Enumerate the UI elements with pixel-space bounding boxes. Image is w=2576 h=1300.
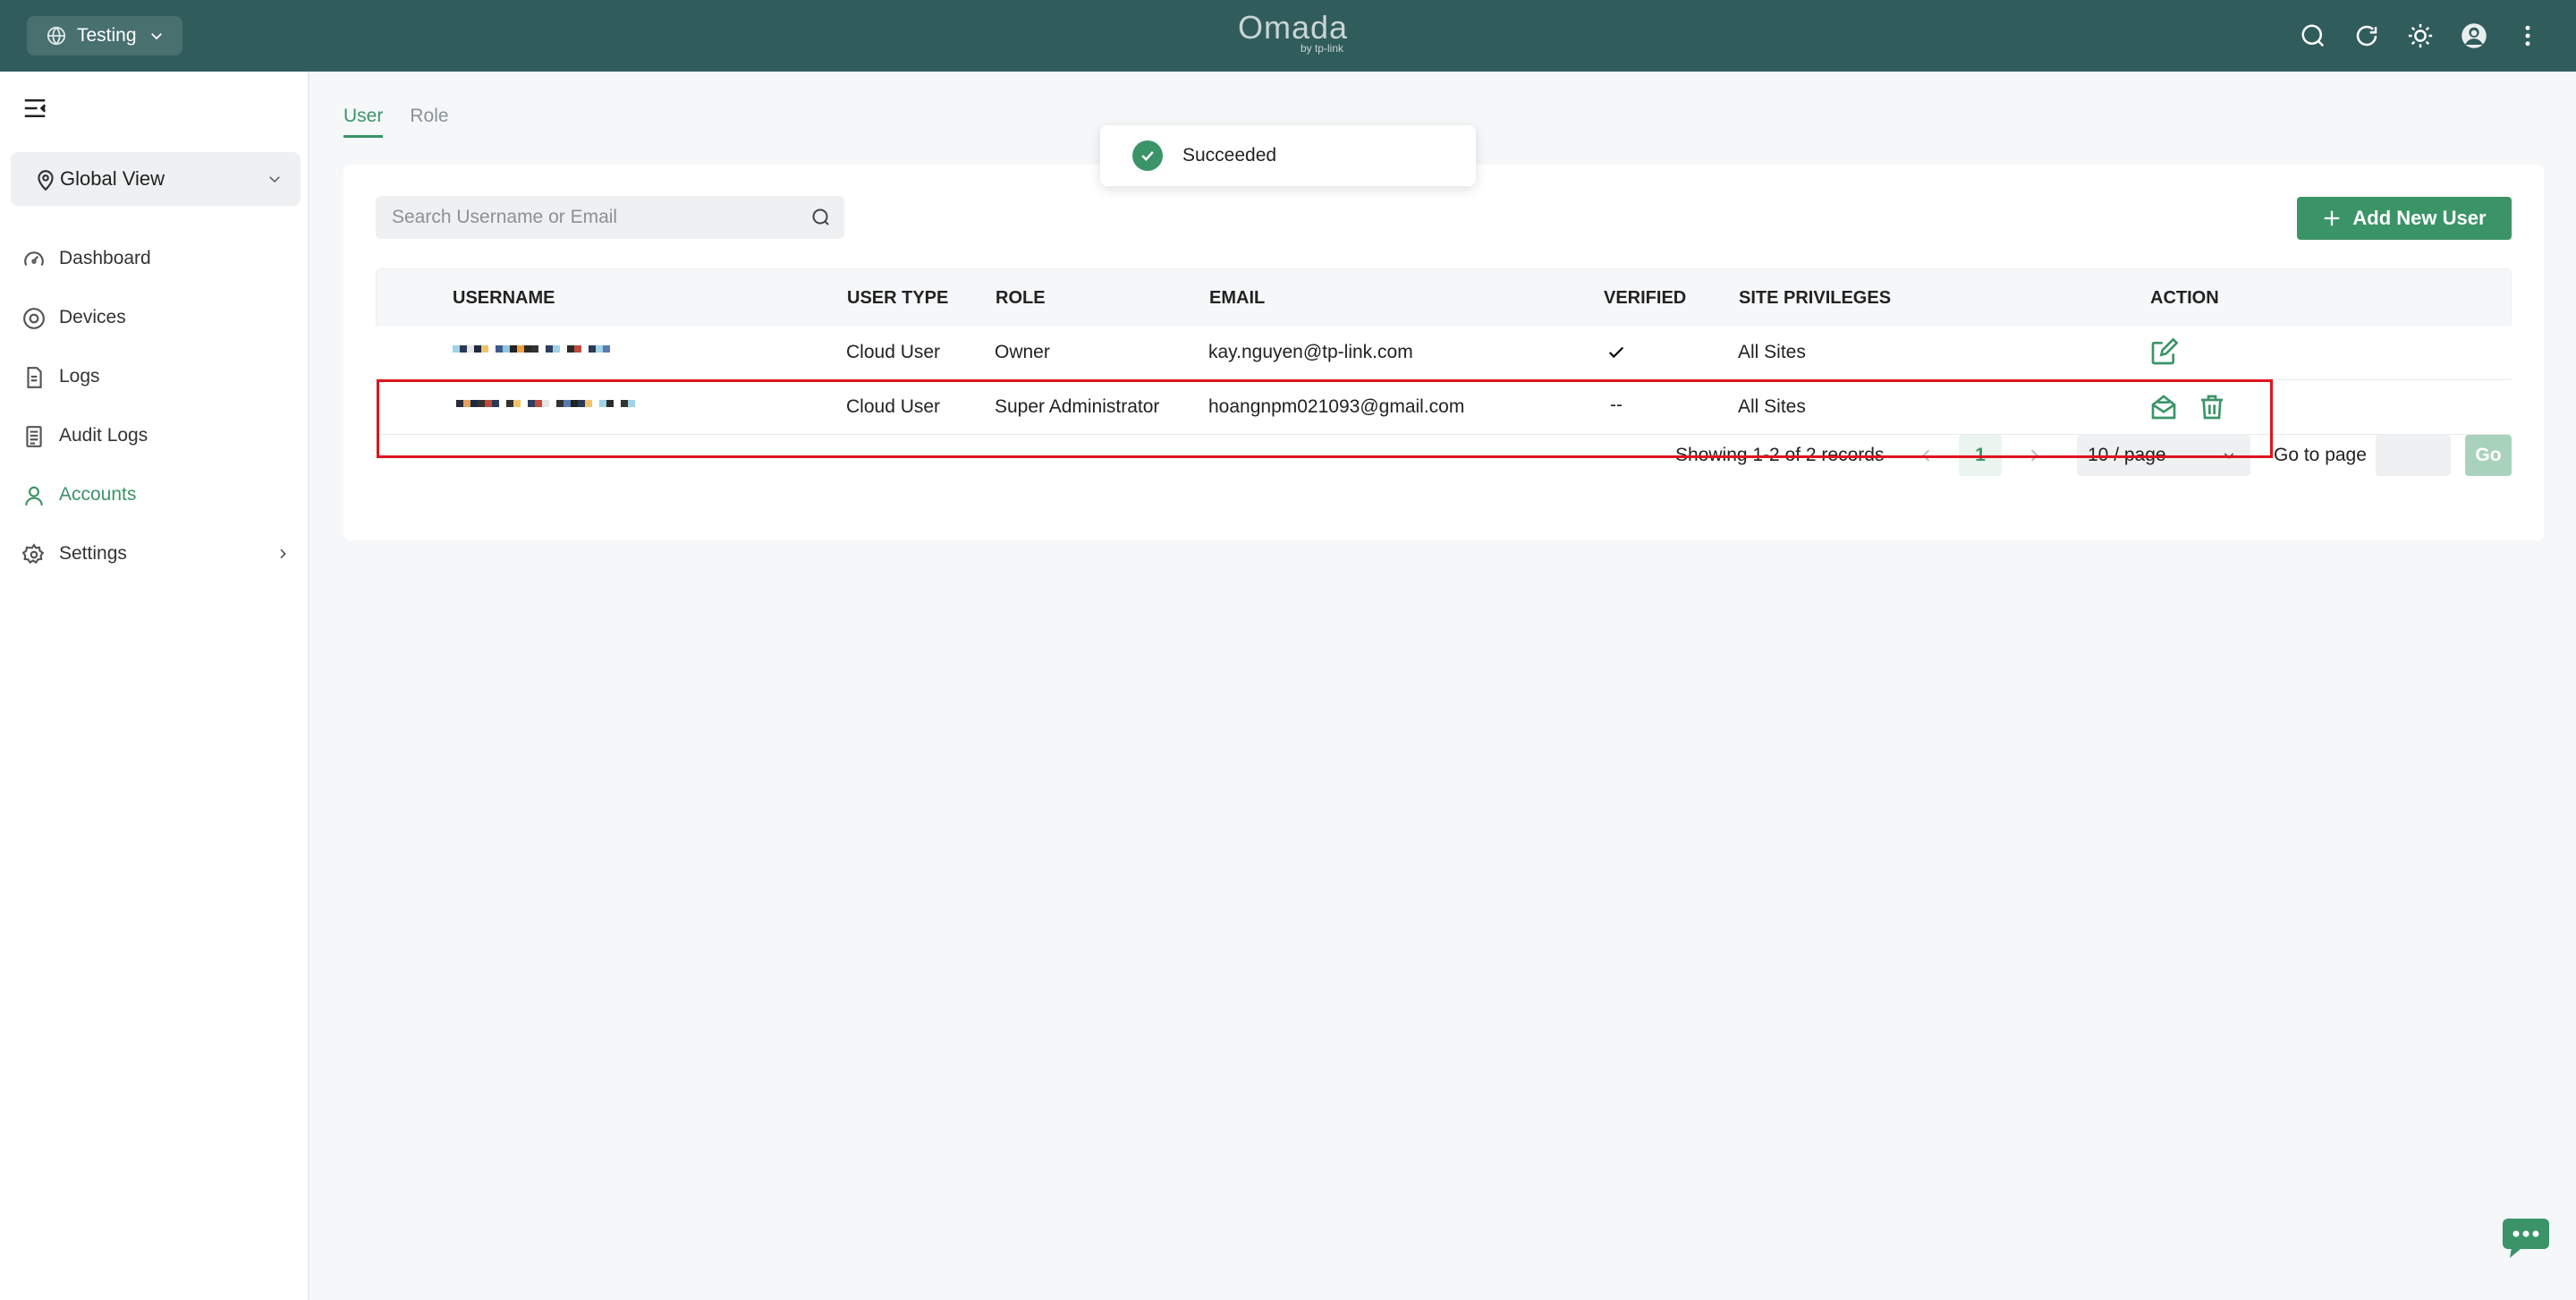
global-view-label: Global View	[60, 167, 165, 190]
theme-sun-icon[interactable]	[2404, 20, 2436, 52]
chevron-right-icon	[280, 548, 286, 559]
sidebar-item-label: Logs	[59, 366, 100, 387]
refresh-icon[interactable]	[2351, 20, 2383, 52]
table-header: USERNAME USER TYPE ROLE EMAIL VERIFIED S…	[376, 268, 2512, 326]
sidebar-item-logs[interactable]: Logs	[0, 354, 308, 399]
chevron-left-icon[interactable]	[1918, 446, 1936, 464]
username-redacted	[453, 345, 610, 361]
page-size-label: 10 / page	[2088, 445, 2166, 465]
globe-icon	[47, 26, 66, 46]
omada-logo: Omada by tp-link	[1238, 9, 1349, 55]
goto-page-input[interactable]	[2376, 435, 2451, 476]
avatar[interactable]	[2458, 20, 2490, 52]
column-header-site-privileges: SITE PRIVILEGES	[1739, 288, 1892, 308]
goto-page-label: Go to page	[2274, 445, 2367, 465]
table-row: Cloud User Owner kay.nguyen@tp-link.com …	[376, 326, 2512, 380]
success-check-icon	[1132, 140, 1163, 171]
top-bar: Testing Omada by tp-link	[0, 0, 2576, 72]
edit-icon[interactable]	[2149, 338, 2178, 367]
sidebar-item-label: Dashboard	[59, 248, 151, 268]
chevron-down-icon	[2224, 453, 2234, 459]
column-header-verified: VERIFIED	[1604, 288, 1687, 308]
location-pin-icon	[38, 170, 54, 191]
sidebar-item-dashboard[interactable]: Dashboard	[0, 236, 308, 281]
global-view-selector[interactable]: Global View	[11, 152, 301, 206]
dashboard-gauge-icon	[24, 251, 44, 266]
site-selector[interactable]: Testing	[27, 16, 182, 55]
verified-check-icon	[1606, 326, 1626, 379]
cell-email: hoangnpm021093@gmail.com	[1208, 396, 1465, 417]
toast-message: Succeeded	[1182, 145, 1277, 166]
pagination: Showing 1-2 of 2 records 1 10 / page Go …	[343, 431, 2544, 480]
page-size-select[interactable]: 10 / page	[2077, 435, 2250, 476]
table-row: Cloud User Super Administrator hoangnpm0…	[376, 380, 2512, 435]
collapse-menu-icon[interactable]	[21, 95, 48, 122]
cell-site-privileges: All Sites	[1738, 342, 1806, 362]
page-number-current[interactable]: 1	[1959, 435, 2002, 476]
tab-user[interactable]: User	[343, 106, 384, 138]
chevron-down-icon	[269, 176, 280, 183]
sidebar-item-label: Devices	[59, 307, 126, 327]
column-header-user-type: USER TYPE	[847, 288, 949, 308]
audit-logs-icon	[26, 426, 42, 447]
sidebar-item-label: Accounts	[59, 484, 137, 505]
logs-document-icon	[27, 367, 42, 388]
search-icon[interactable]	[810, 207, 832, 228]
cell-user-type: Cloud User	[846, 342, 941, 362]
sidebar-item-settings[interactable]: Settings	[0, 531, 308, 576]
sidebar-item-devices[interactable]: Devices	[0, 295, 308, 340]
go-button[interactable]: Go	[2465, 435, 2512, 476]
sidebar-item-audit-logs[interactable]: Audit Logs	[0, 413, 308, 458]
sidebar: Global View Dashboard Devices Logs Audit…	[0, 72, 309, 1300]
add-new-user-button[interactable]: Add New User	[2297, 197, 2512, 240]
more-vertical-icon[interactable]	[2512, 20, 2544, 52]
success-toast: Succeeded	[1100, 125, 1476, 186]
cell-role: Owner	[995, 342, 1050, 362]
cell-user-type: Cloud User	[846, 396, 941, 417]
sidebar-item-label: Settings	[59, 543, 127, 564]
page-tabs: User Role	[343, 106, 449, 138]
devices-target-icon	[23, 308, 45, 329]
pagination-info: Showing 1-2 of 2 records	[1675, 445, 1885, 465]
users-table: USERNAME USER TYPE ROLE EMAIL VERIFIED S…	[376, 268, 2512, 435]
sidebar-item-accounts[interactable]: Accounts	[0, 472, 308, 517]
cell-role: Super Administrator	[995, 396, 1160, 417]
settings-gear-icon	[22, 543, 45, 565]
column-header-role: ROLE	[996, 288, 1046, 308]
site-selector-label: Testing	[77, 25, 137, 46]
search-box	[376, 196, 844, 239]
chat-support-icon[interactable]	[2501, 1217, 2551, 1260]
tab-role[interactable]: Role	[410, 106, 448, 138]
column-header-username: USERNAME	[453, 288, 555, 308]
column-header-action: ACTION	[2150, 288, 2219, 308]
chevron-down-icon	[151, 33, 162, 40]
cell-verified: --	[1610, 395, 1623, 415]
resend-email-icon[interactable]	[2149, 393, 2178, 421]
search-input[interactable]	[376, 196, 787, 239]
sidebar-item-label: Audit Logs	[59, 425, 148, 446]
add-new-user-label: Add New User	[2352, 207, 2487, 229]
delete-trash-icon[interactable]	[2198, 393, 2226, 421]
search-icon[interactable]	[2297, 20, 2329, 52]
chevron-right-icon[interactable]	[2025, 446, 2043, 464]
column-header-email: EMAIL	[1209, 288, 1266, 308]
brand-name: Omada	[1238, 9, 1349, 46]
cell-email: kay.nguyen@tp-link.com	[1208, 342, 1413, 362]
accounts-user-icon	[25, 486, 43, 506]
cell-site-privileges: All Sites	[1738, 396, 1806, 417]
username-redacted	[456, 400, 635, 416]
plus-icon	[2325, 210, 2340, 226]
users-card: Add New User USERNAME USER TYPE ROLE EMA…	[343, 165, 2544, 540]
